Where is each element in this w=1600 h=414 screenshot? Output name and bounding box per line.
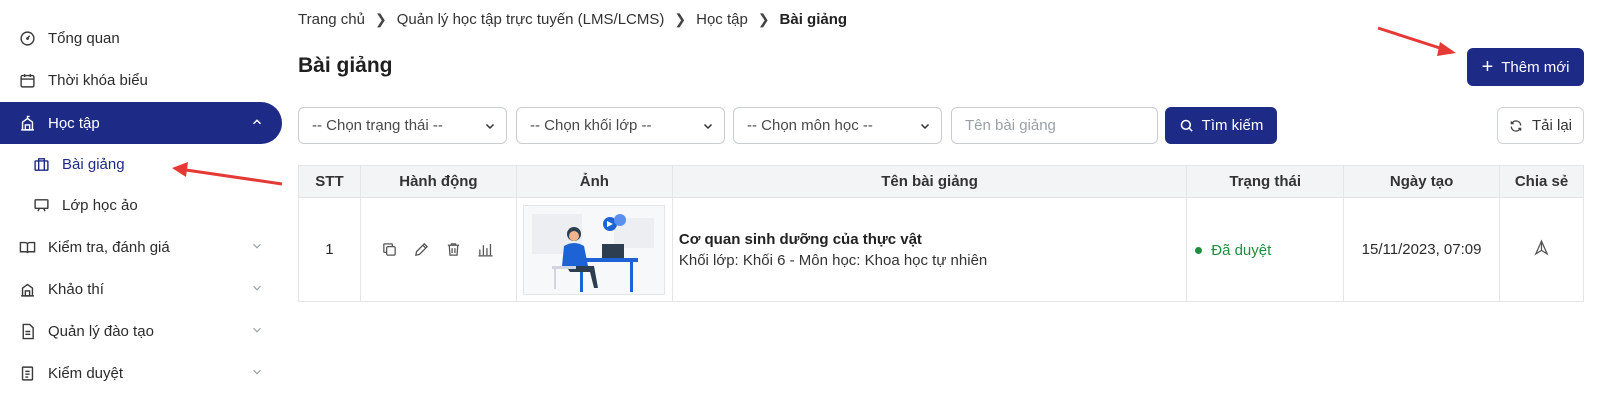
- arrow-to-add-button: [1377, 26, 1456, 56]
- arrow-to-lectures: [172, 162, 283, 186]
- annotation-arrows: [172, 26, 1456, 186]
